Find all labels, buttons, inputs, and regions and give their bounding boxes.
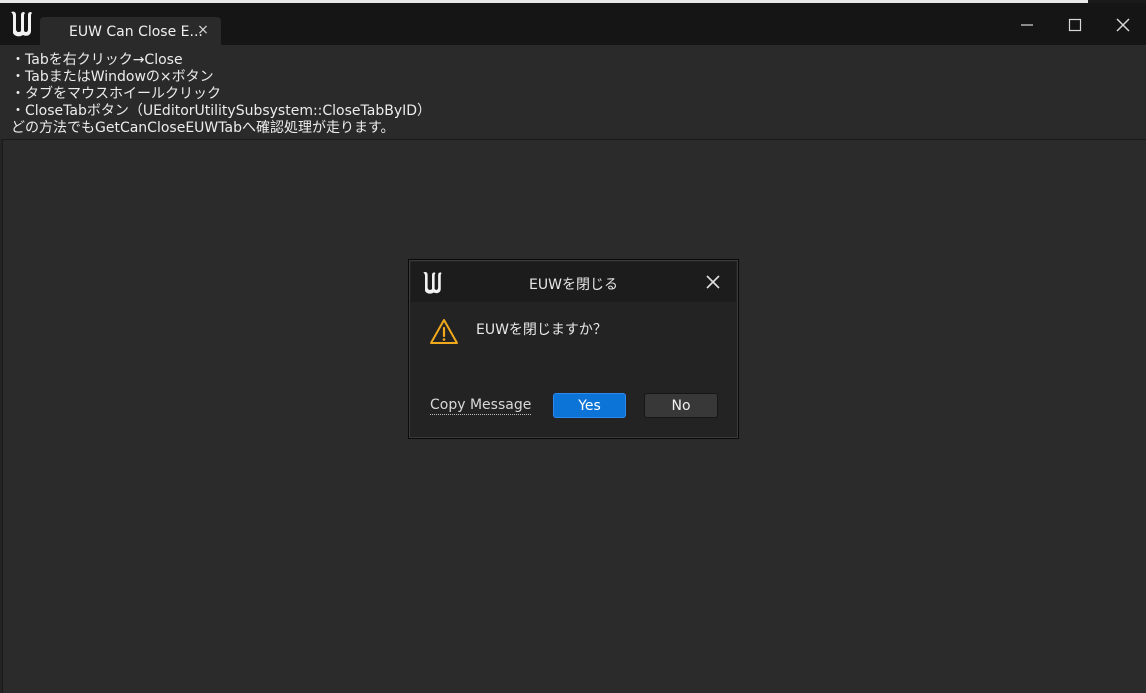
dialog-title: EUWを閉じる [529, 277, 618, 293]
tab-euw-can-close[interactable]: EUW Can Close E... × [40, 17, 221, 47]
minimize-button[interactable] [1010, 11, 1044, 39]
yes-button[interactable]: Yes [553, 393, 626, 418]
warning-icon [430, 319, 458, 344]
maximize-button[interactable] [1058, 11, 1092, 39]
window-close-button[interactable] [1106, 11, 1140, 39]
tab-close-icon[interactable]: × [196, 22, 210, 38]
unreal-logo-icon[interactable] [6, 7, 36, 39]
no-button[interactable]: No [644, 393, 718, 418]
dialog-message: EUWを閉じますか？ [476, 322, 607, 338]
close-confirm-dialog: EUWを閉じる EUWを閉じますか？ Copy Message Yes No [408, 259, 739, 439]
minimize-icon [1021, 24, 1033, 26]
window-titlebar: EUW Can Close E... × [0, 3, 1146, 47]
maximize-icon [1068, 18, 1082, 32]
info-text-area: ・Tabを右クリック→Close ・TabまたはWindowの×ボタン ・タブを… [0, 45, 1146, 139]
copy-message-link[interactable]: Copy Message [430, 397, 532, 415]
close-icon [1116, 18, 1130, 32]
dialog-close-icon[interactable] [703, 272, 723, 292]
dialog-header: EUWを閉じる [411, 262, 736, 302]
info-line: どの方法でもGetCanCloseEUWTabへ確認処理が走ります。 [11, 120, 395, 136]
tab-label: EUW Can Close E... [69, 24, 203, 40]
